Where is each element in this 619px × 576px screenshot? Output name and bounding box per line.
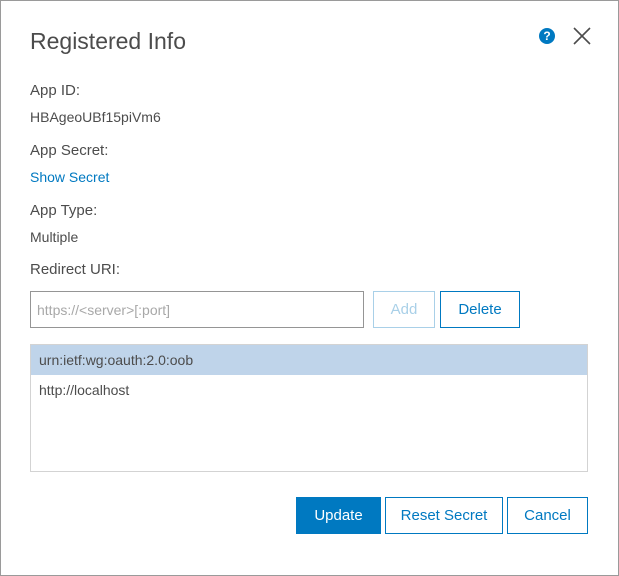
help-icon[interactable]: ? [539,28,555,44]
close-icon[interactable] [572,26,592,46]
app-id-value: HBAgeoUBf15piVm6 [30,109,161,125]
app-type-label: App Type: [30,202,98,219]
show-secret-link[interactable]: Show Secret [30,169,109,185]
redirect-uri-input[interactable] [30,291,364,328]
app-secret-label: App Secret: [30,142,109,159]
uri-list-item[interactable]: urn:ietf:wg:oauth:2.0:oob [31,345,587,375]
app-type-value: Multiple [30,229,79,245]
redirect-uri-label: Redirect URI: [30,261,121,278]
registered-info-dialog: Registered Info ? App ID: HBAgeoUBf15piV… [0,0,619,576]
uri-list-item[interactable]: http://localhost [31,375,587,405]
redirect-uri-list: urn:ietf:wg:oauth:2.0:oob http://localho… [30,344,588,472]
cancel-button[interactable]: Cancel [507,497,588,534]
dialog-title: Registered Info [30,28,186,54]
delete-uri-button[interactable]: Delete [440,291,520,328]
reset-secret-button[interactable]: Reset Secret [385,497,503,534]
add-uri-button[interactable]: Add [373,291,435,328]
update-button[interactable]: Update [296,497,381,534]
app-id-label: App ID: [30,82,81,99]
